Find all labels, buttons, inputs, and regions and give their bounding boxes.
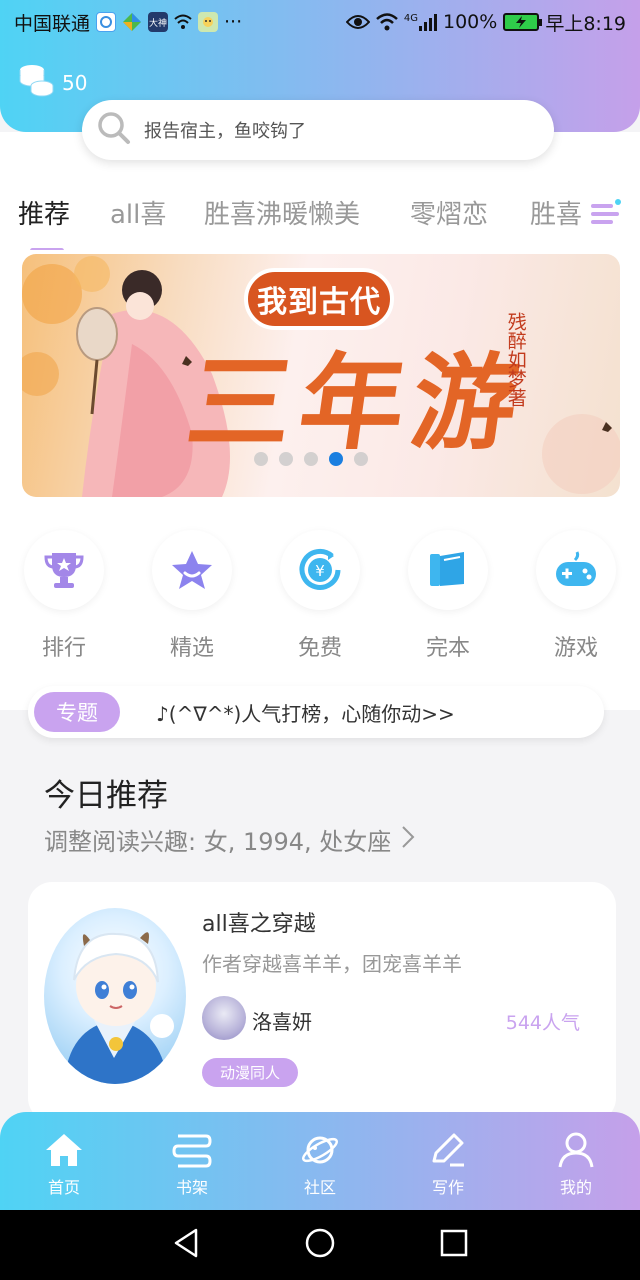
menu-icon — [589, 198, 623, 234]
genre-tag[interactable]: 动漫同人 — [202, 1058, 299, 1087]
coin-stack-icon — [18, 62, 54, 103]
active-tab-indicator — [30, 248, 64, 250]
nav-profile[interactable]: 我的 — [512, 1112, 640, 1210]
signal-icon: 4G — [404, 13, 437, 31]
interest-settings-link[interactable]: 调整阅读兴趣: 女, 1994, 处女座 — [44, 822, 415, 857]
back-icon[interactable] — [171, 1227, 201, 1263]
tab-category[interactable]: 零熠恋 — [410, 194, 488, 231]
home-icon — [42, 1130, 86, 1170]
svg-text:¥: ¥ — [315, 562, 325, 580]
chevron-right-icon — [401, 825, 415, 855]
coin-balance[interactable]: 50 — [18, 62, 87, 103]
nav-label: 书架 — [175, 1178, 208, 1197]
nav-label: 写作 — [431, 1178, 464, 1197]
carousel-dot[interactable] — [304, 452, 318, 466]
yuan-icon: ¥ — [280, 530, 360, 610]
wifi-icon — [376, 13, 398, 31]
eye-icon — [345, 14, 370, 30]
quick-link-free[interactable]: ¥ 免费 — [280, 530, 360, 662]
search-placeholder: 报告宿主，鱼咬钩了 — [144, 121, 306, 142]
quick-link-label: 完本 — [425, 636, 470, 661]
carousel-dots — [254, 452, 368, 466]
nav-bookshelf[interactable]: 书架 — [128, 1112, 256, 1210]
carousel-dot[interactable] — [279, 452, 293, 466]
book-card[interactable]: all喜之穿越 作者穿越喜羊羊，团宠喜羊羊 洛喜妍 544人气 动漫同人 — [28, 882, 616, 1122]
clock: 早上8:19 — [545, 12, 626, 35]
star-icon — [152, 530, 232, 610]
quick-link-games[interactable]: 游戏 — [536, 530, 616, 662]
coin-count: 50 — [62, 70, 88, 95]
tab-category[interactable]: 胜喜 — [530, 194, 582, 231]
status-bar: 中国联通 大神 ··· 4G 100% 早上8:19 — [0, 0, 640, 44]
nav-label: 我的 — [559, 1178, 592, 1197]
planet-icon — [298, 1130, 342, 1170]
system-nav-bar — [0, 1210, 640, 1280]
category-tabs: 推荐 all喜 胜喜沸暖懒美 零熠恋 胜喜 — [0, 190, 640, 250]
carousel-dot[interactable] — [354, 452, 368, 466]
gamepad-icon — [536, 530, 616, 610]
tab-menu-button[interactable] — [586, 196, 626, 236]
app-notification-icon — [198, 12, 219, 32]
carrier-label: 中国联通 — [14, 12, 91, 35]
quick-link-label: 排行 — [41, 636, 86, 661]
battery-icon — [503, 13, 543, 31]
trophy-icon — [24, 530, 104, 610]
search-bar[interactable]: 报告宿主，鱼咬钩了 — [82, 100, 554, 160]
topic-badge: 专题 — [34, 692, 120, 732]
nav-home[interactable]: 首页 — [0, 1112, 128, 1210]
tab-category[interactable]: 胜喜沸暖懒美 — [204, 194, 360, 231]
battery-percent: 100% — [443, 11, 498, 33]
author-avatar[interactable] — [202, 996, 246, 1040]
app-notification-icon — [122, 12, 142, 32]
nav-community[interactable]: 社区 — [256, 1112, 384, 1210]
interest-settings-label: 调整阅读兴趣: 女, 1994, 处女座 — [44, 828, 392, 856]
tab-recommend[interactable]: 推荐 — [18, 194, 70, 231]
quick-link-featured[interactable]: 精选 — [152, 530, 232, 662]
book-icon — [408, 530, 488, 610]
pen-icon — [426, 1130, 470, 1170]
wifi-icon — [174, 14, 192, 30]
quick-link-ranking[interactable]: 排行 — [24, 530, 104, 662]
nav-label: 社区 — [303, 1178, 336, 1197]
network-type-label: 4G — [403, 13, 418, 24]
search-icon — [96, 110, 132, 150]
section-title: 今日推荐 — [44, 778, 168, 814]
profile-icon — [554, 1130, 598, 1170]
quick-link-label: 免费 — [297, 636, 342, 661]
nav-label: 首页 — [47, 1178, 80, 1197]
nav-write[interactable]: 写作 — [384, 1112, 512, 1210]
recents-icon[interactable] — [439, 1228, 469, 1262]
more-notifications-icon: ··· — [224, 11, 243, 33]
quick-link-label: 精选 — [169, 636, 214, 661]
promo-banner[interactable]: 我到古代 三年游 残醉如梦著 — [22, 254, 620, 497]
topic-banner[interactable]: 专题 ♪(^∇^*)人气打榜，心随你动>> — [28, 686, 604, 738]
book-description: 作者穿越喜羊羊，团宠喜羊羊 — [202, 952, 462, 976]
popularity-count: 544人气 — [505, 1012, 580, 1034]
bookshelf-icon — [170, 1130, 214, 1170]
banner-author: 残醉如梦著 — [504, 312, 527, 407]
quick-link-completed[interactable]: 完本 — [408, 530, 488, 662]
home-circle-icon[interactable] — [304, 1227, 336, 1263]
book-cover-illustration — [64, 932, 174, 1084]
app-notification-icon — [96, 12, 117, 32]
carousel-dot[interactable] — [254, 452, 268, 466]
bottom-nav: 首页 书架 社区 写作 我的 — [0, 1112, 640, 1210]
tab-all-xi[interactable]: all喜 — [110, 194, 166, 231]
carousel-dot-active[interactable] — [329, 452, 343, 466]
app-notification-icon: 大神 — [148, 12, 169, 32]
book-cover — [44, 908, 186, 1084]
author-name[interactable]: 洛喜妍 — [252, 1006, 312, 1035]
book-title[interactable]: all喜之穿越 — [202, 906, 316, 938]
topic-text: ♪(^∇^*)人气打榜，心随你动>> — [156, 701, 455, 726]
quick-link-label: 游戏 — [553, 636, 598, 661]
banner-big-text: 三年游 — [180, 341, 534, 464]
